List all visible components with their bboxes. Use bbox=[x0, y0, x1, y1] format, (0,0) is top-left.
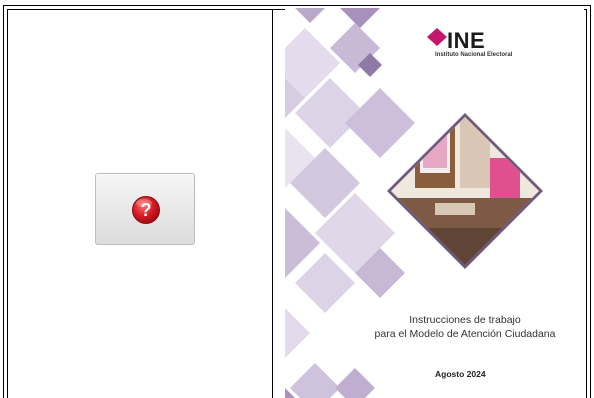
ine-subtitle: Instituto Nacional Electoral bbox=[435, 52, 513, 58]
right-cell: INE Instituto Nacional Electoral Instruc… bbox=[285, 8, 584, 398]
table-divider bbox=[272, 9, 273, 398]
question-mark-glyph: ? bbox=[141, 200, 152, 220]
cover-title-line1: Instrucciones de trabajo bbox=[409, 314, 521, 326]
cover-title: Instrucciones de trabajo para el Modelo … bbox=[355, 313, 575, 341]
ine-logo: INE bbox=[447, 28, 486, 53]
table-border-top bbox=[3, 5, 591, 6]
cover-title-line2: para el Modelo de Atención Ciudadana bbox=[374, 328, 556, 340]
question-mark-icon: ? bbox=[132, 196, 160, 224]
help-button[interactable]: ? bbox=[95, 173, 195, 245]
table-border-right bbox=[590, 5, 591, 398]
table-border-right-inner bbox=[586, 9, 587, 398]
table-border-left bbox=[3, 5, 4, 398]
left-cell: ? bbox=[5, 8, 271, 398]
cover-date: Agosto 2024 bbox=[435, 369, 486, 379]
